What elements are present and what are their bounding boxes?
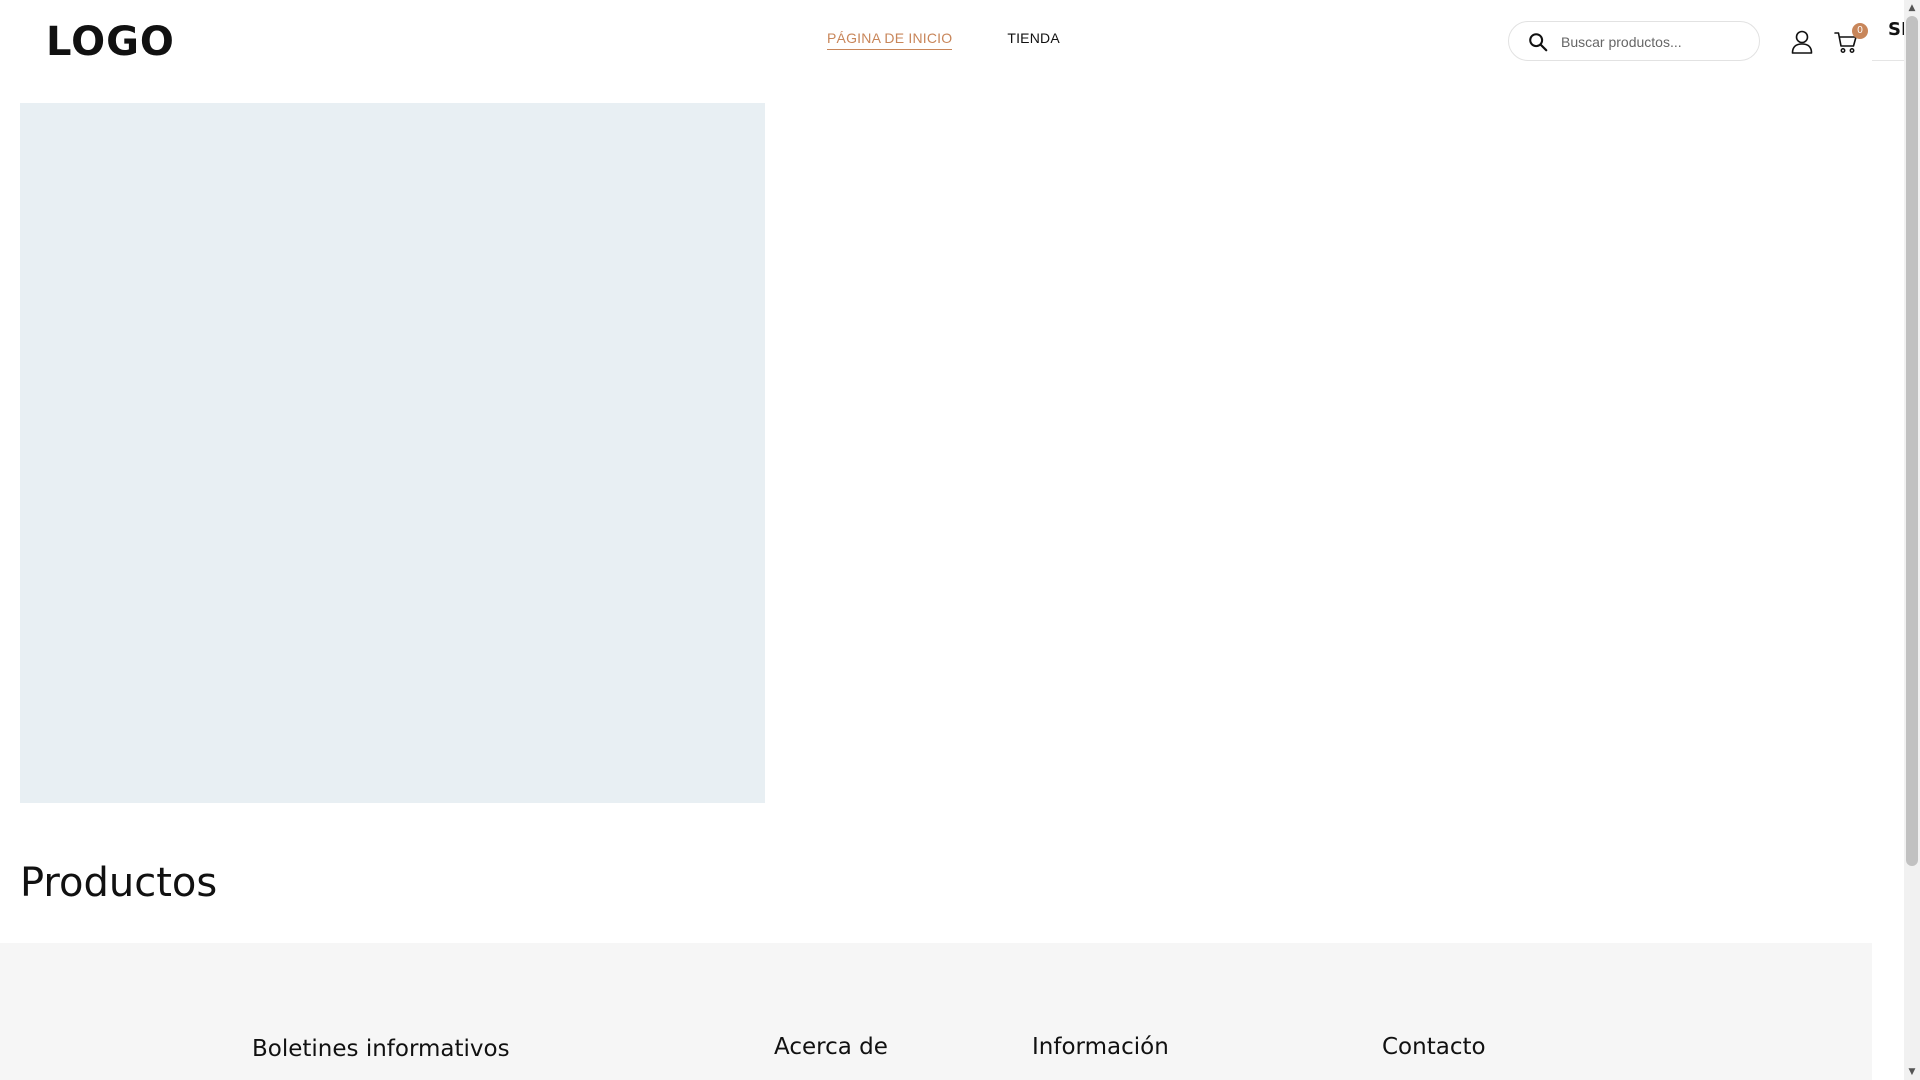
footer-heading-newsletter: Boletines informativos	[252, 1036, 510, 1062]
site-footer: Boletines informativos Acerca de Informa…	[0, 943, 1872, 1080]
cart-count-badge: 0	[1852, 23, 1868, 39]
search-box[interactable]	[1508, 21, 1760, 61]
products-heading: Productos	[20, 860, 218, 906]
footer-heading-info: Información	[1032, 1034, 1169, 1060]
search-input[interactable]	[1559, 30, 1753, 54]
hero-image-placeholder	[20, 103, 765, 803]
footer-heading-about: Acerca de	[774, 1034, 888, 1060]
vertical-scrollbar[interactable]: ▲ ▼	[1904, 0, 1920, 1080]
scroll-down-icon[interactable]: ▼	[1904, 1064, 1920, 1080]
scroll-thumb[interactable]	[1906, 16, 1918, 866]
cart-button[interactable]: 0	[1834, 23, 1868, 56]
nav-link-home[interactable]: PÁGINA DE INICIO	[827, 30, 953, 50]
side-panel-tab[interactable]: SH	[1872, 0, 1904, 61]
site-header: LOGO PÁGINA DE INICIO TIENDA 0	[0, 0, 1872, 84]
logo[interactable]: LOGO	[46, 18, 175, 66]
nav-link-shop[interactable]: TIENDA	[1007, 30, 1060, 50]
search-icon[interactable]	[1527, 31, 1549, 53]
main-nav: PÁGINA DE INICIO TIENDA	[827, 30, 1060, 50]
side-panel-label: SH	[1888, 19, 1904, 40]
scroll-up-icon[interactable]: ▲	[1904, 0, 1920, 16]
footer-heading-contact: Contacto	[1382, 1034, 1486, 1060]
user-icon[interactable]	[1790, 29, 1814, 55]
